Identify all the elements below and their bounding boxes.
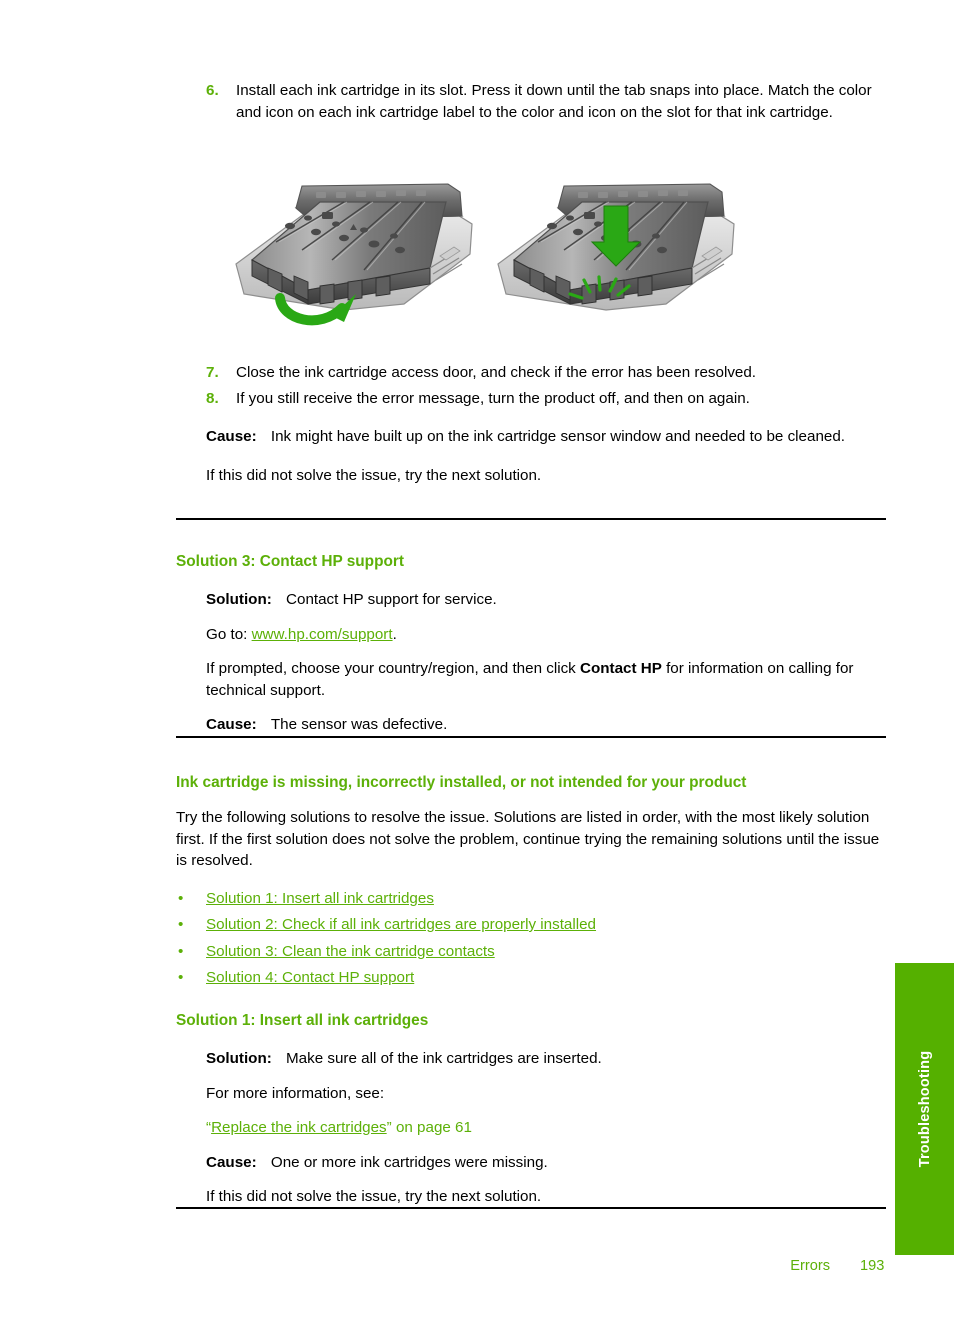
illustration-row [176,168,886,338]
solution-label: Solution: [206,591,272,608]
step-text: If you still receive the error message, … [236,389,750,407]
cause-paragraph: Cause: One or more ink cartridges were m… [206,1152,886,1174]
cause-label: Cause: [206,716,257,733]
hp-support-link[interactable]: www.hp.com/support [252,626,393,643]
page-title: Solution 3: Contact HP support [176,553,405,570]
document-page: 6. Install each ink cartridge in its slo… [0,0,954,1321]
chapter-thumb-tab: Troubleshooting [895,963,954,1255]
section-heading: Solution 1: Insert all ink cartridges [176,1012,429,1029]
next-solution-paragraph: If this did not solve the issue, try the… [206,1188,542,1205]
solution-1-section: Solution 1: Insert all ink cartridges So… [176,1011,886,1208]
solution-links-list: • Solution 1: Insert all ink cartridges … [176,888,886,989]
ink-cartridge-missing-section: Ink cartridge is missing, incorrectly in… [176,773,886,994]
section-heading: Ink cartridge is missing, incorrectly in… [176,774,747,791]
bullet-icon: • [178,916,184,933]
step-6-block: 6. Install each ink cartridge in its slo… [176,80,886,127]
contact-hp-bold: Contact HP [580,660,662,677]
solution-link-3[interactable]: Solution 3: Clean the ink cartridge cont… [206,943,495,960]
numbered-step-list: 6. Install each ink cartridge in its slo… [176,80,886,123]
solution-paragraph: Solution: Contact HP support for service… [206,589,886,611]
bullet-icon: • [178,889,184,907]
cause-label: Cause: [206,1153,257,1171]
solution-3-section: Solution 3: Contact HP support Solution:… [176,552,886,736]
footer-section-name: Errors [790,1258,830,1274]
section-divider [176,1207,886,1209]
list-item: 8. If you still receive the error messag… [176,388,886,410]
cause-paragraph: Cause: Ink might have built up on the in… [206,426,886,448]
step-text: Close the ink cartridge access door, and… [236,364,757,381]
section-divider [176,736,886,738]
printhead-press-down-illustration [486,168,746,338]
cause-paragraph: Cause: The sensor was defective. [206,714,886,736]
bullet-icon: • [178,942,184,960]
list-item: • Solution 1: Insert all ink cartridges [176,888,886,910]
prompt-paragraph: If prompted, choose your country/region,… [206,658,886,701]
list-item: • Solution 4: Contact HP support [176,967,886,989]
footer-page-number: 193 [860,1258,885,1274]
list-item: • Solution 2: Check if all ink cartridge… [176,914,886,936]
solution-link-4[interactable]: Solution 4: Contact HP support [206,969,414,986]
printhead-latch-open-illustration [224,168,484,338]
goto-suffix: . [392,625,397,643]
solution-link-1[interactable]: Solution 1: Insert all ink cartridges [206,890,434,907]
solution-text: Contact HP support for service. [286,591,497,608]
bullet-icon: • [178,969,184,986]
cross-reference-paragraph: “Replace the ink cartridges” on page 61 [206,1117,886,1139]
solution-text: Make sure all of the ink cartridges are … [286,1050,602,1067]
step-number: 8. [206,389,219,407]
step-text: Install each ink cartridge in its slot. … [236,82,872,121]
section-divider [176,518,886,520]
page-footer: Errors 193 [176,1258,886,1280]
list-item: 7. Close the ink cartridge access door, … [176,362,886,384]
cause-label: Cause: [206,428,257,445]
cause-text: One or more ink cartridges were missing. [270,1153,548,1171]
numbered-step-list-continued: 7. Close the ink cartridge access door, … [176,362,886,409]
replace-ink-cartridges-link[interactable]: Replace the ink cartridges [211,1119,387,1136]
goto-prefix: Go to: [206,625,252,643]
list-item: • Solution 3: Clean the ink cartridge co… [176,941,886,963]
step-number: 7. [206,364,219,381]
cause-text: The sensor was defective. [270,716,448,733]
step-number: 6. [206,82,219,99]
steps-7-8-block: 7. Close the ink cartridge access door, … [176,362,886,486]
next-solution-paragraph: If this did not solve the issue, try the… [206,466,542,484]
cause-text: Ink might have built up on the ink cartr… [270,428,846,445]
xref-page-suffix: on page 61 [391,1119,472,1136]
solution-label: Solution: [206,1050,272,1067]
more-info-paragraph: For more information, see: [206,1084,385,1102]
prompt-before: If prompted, choose your country/region,… [206,660,580,677]
solution-link-2[interactable]: Solution 2: Check if all ink cartridges … [206,916,596,933]
list-item: 6. Install each ink cartridge in its slo… [176,80,886,123]
chapter-thumb-tab-label: Troubleshooting [916,1050,933,1168]
goto-paragraph: Go to: www.hp.com/support. [206,624,886,646]
intro-paragraph: Try the following solutions to resolve t… [176,809,880,869]
solution-paragraph: Solution: Make sure all of the ink cartr… [206,1048,886,1070]
